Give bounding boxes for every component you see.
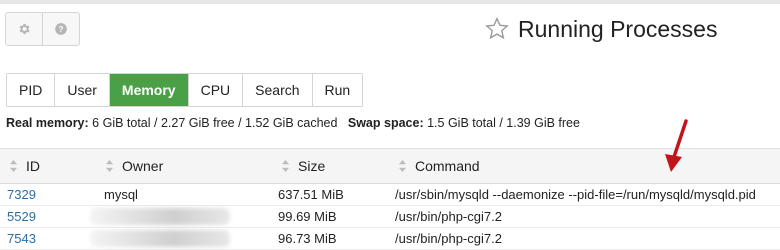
svg-text:?: ?: [59, 25, 64, 34]
memory-summary: Real memory: 6 GiB total / 2.27 GiB free…: [6, 116, 580, 130]
sort-tabs: PID User Memory CPU Search Run: [6, 73, 364, 107]
column-command[interactable]: Command: [398, 158, 480, 174]
table-row: 7329 mysql 637.51 MiB /usr/sbin/mysqld -…: [0, 184, 780, 206]
sort-icon: [106, 159, 113, 173]
real-memory-value: 6 GiB total / 2.27 GiB free / 1.52 GiB c…: [92, 116, 338, 130]
help-icon: ?: [55, 23, 67, 35]
process-owner: mysql: [104, 187, 138, 202]
sort-icon: [282, 159, 289, 173]
star-icon[interactable]: [484, 16, 510, 42]
tab-search[interactable]: Search: [242, 74, 312, 106]
process-command: /usr/bin/php-cgi7.2: [395, 209, 502, 224]
top-bar: [0, 0, 780, 4]
column-id[interactable]: ID: [9, 158, 40, 174]
real-memory-label: Real memory:: [6, 116, 89, 130]
sort-icon: [10, 159, 17, 173]
redacted-owner: [90, 230, 230, 247]
process-size: 637.51 MiB: [278, 187, 344, 202]
tab-memory[interactable]: Memory: [108, 74, 188, 106]
column-owner[interactable]: Owner: [105, 158, 163, 174]
process-id-link[interactable]: 7543: [7, 231, 36, 246]
column-size[interactable]: Size: [281, 158, 325, 174]
tab-pid[interactable]: PID: [7, 74, 55, 106]
redacted-owner: [90, 208, 230, 225]
table-row: 5529 99.69 MiB /usr/bin/php-cgi7.2: [0, 206, 780, 228]
tab-user[interactable]: User: [54, 74, 109, 106]
process-id-link[interactable]: 5529: [7, 209, 36, 224]
annotation-arrow-icon: [665, 119, 688, 172]
settings-button[interactable]: [6, 13, 42, 45]
process-id-link[interactable]: 7329: [7, 187, 36, 202]
toolbar-button-group: ?: [5, 12, 80, 46]
column-size-label: Size: [298, 158, 326, 174]
sort-icon: [399, 159, 406, 173]
process-command: /usr/bin/php-cgi7.2: [395, 231, 502, 246]
tab-run[interactable]: Run: [311, 74, 363, 106]
help-button[interactable]: ?: [42, 13, 79, 45]
page-title: Running Processes: [518, 15, 718, 42]
process-size: 96.73 MiB: [278, 231, 337, 246]
title-area: Running Processes: [484, 14, 717, 44]
column-id-label: ID: [26, 158, 40, 174]
swap-space-label: Swap space:: [347, 116, 424, 130]
gear-icon: [19, 23, 30, 35]
process-command: /usr/sbin/mysqld --daemonize --pid-file=…: [395, 187, 756, 202]
swap-space-value: 1.5 GiB total / 1.39 GiB free: [427, 116, 580, 130]
column-command-label: Command: [415, 158, 480, 174]
column-owner-label: Owner: [122, 158, 164, 174]
process-size: 99.69 MiB: [278, 209, 337, 224]
tab-cpu[interactable]: CPU: [187, 74, 243, 106]
